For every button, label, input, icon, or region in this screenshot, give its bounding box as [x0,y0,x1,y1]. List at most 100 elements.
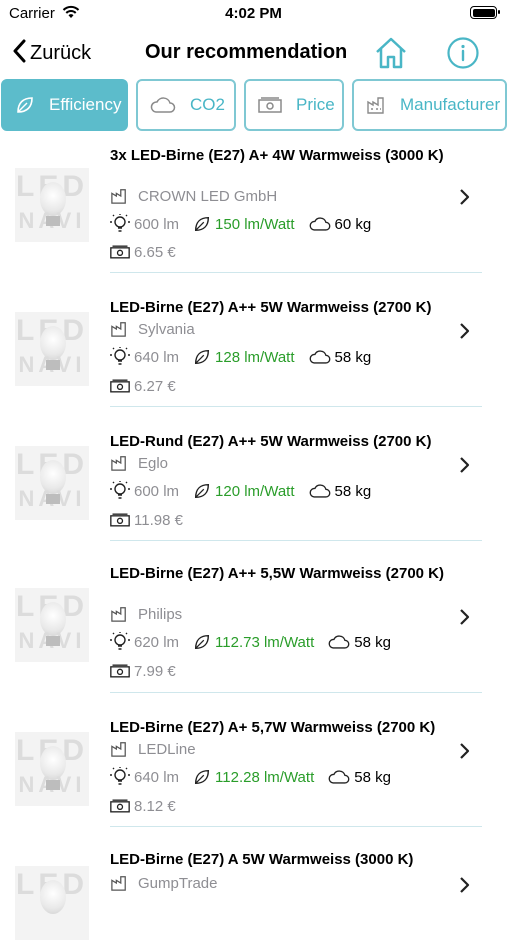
price-row: 6.27 € [110,375,176,397]
chevron-right-icon [458,456,470,479]
cloud-icon [309,216,331,232]
price-value: 6.65 € [134,243,176,261]
row-separator [110,406,482,407]
product-thumbnail: LED NAVI [15,732,89,806]
row-separator [110,826,482,827]
lumen-value: 620 lm [134,633,180,651]
manufacturer-name: Eglo [138,454,169,472]
lumen-value: 600 lm [134,215,180,233]
cloud-icon [309,483,331,499]
manufacturer-name: LEDLine [138,740,196,758]
list-item[interactable]: LED NAVI LED-Birne (E27) A+ 5,7W Warmwei… [0,696,507,830]
filter-price-button[interactable]: Price [244,79,344,131]
factory-icon [110,455,128,471]
price-row: 8.12 € [110,795,176,817]
leaf-icon [193,215,211,233]
filter-efficiency-button[interactable]: Efficiency [1,79,128,131]
efficiency-value: 112.73 lm/Watt [215,633,315,651]
chevron-right-icon [458,608,470,631]
filter-co2-label: CO2 [190,95,225,114]
stats-row: 640 lm 128 lm/Watt 58 kg [110,346,371,368]
factory-icon [110,188,128,204]
banknote-icon [110,379,130,393]
chevron-right-icon [458,322,470,345]
list-item[interactable]: LED NAVI 3x LED-Birne (E27) A+ 4W Warmwe… [0,140,507,274]
factory-icon [366,96,386,114]
cloud-icon [328,634,350,650]
manufacturer-name: Philips [138,605,183,623]
row-separator [110,540,482,541]
banknote-icon [110,513,130,527]
sort-filter-bar: Efficiency CO2 Price Manufacturer [0,79,507,133]
filter-price-label: Price [296,95,335,114]
stats-row: 600 lm 120 lm/Watt 58 kg [110,480,371,502]
price-value: 11.98 € [134,511,183,529]
lightbulb-icon [110,767,130,787]
product-thumbnail: LED [15,866,89,940]
manufacturer-row: GumpTrade [110,872,217,894]
manufacturer-name: GumpTrade [138,874,218,892]
lumen-value: 600 lm [134,482,180,500]
filter-co2-button[interactable]: CO2 [136,79,236,131]
product-name: LED-Birne (E27) A++ 5,5W Warmweiss (2700… [110,565,444,582]
co2-value: 58 kg [334,482,372,500]
cloud-icon [150,96,176,114]
product-name: LED-Birne (E27) A 5W Warmweiss (3000 K) [110,851,414,868]
manufacturer-row: Philips [110,603,182,625]
back-button[interactable]: Zurück [12,38,91,68]
banknote-icon [110,664,130,678]
stats-row: 600 lm 150 lm/Watt 60 kg [110,213,371,235]
filter-manufacturer-button[interactable]: Manufacturer [352,79,507,131]
product-thumbnail: LED NAVI [15,312,89,386]
banknote-icon [110,799,130,813]
list-item[interactable]: LED NAVI LED-Birne (E27) A++ 5,5W Warmwe… [0,542,507,696]
home-button[interactable] [373,35,409,71]
list-item[interactable]: LED NAVI LED-Rund (E27) A++ 5W Warmweiss… [0,408,507,542]
status-time: 4:02 PM [225,5,282,22]
bulb-base [46,360,60,370]
product-thumbnail: LED NAVI [15,446,89,520]
bulb-base [46,780,60,790]
manufacturer-row: LEDLine [110,738,196,760]
lightbulb-icon [110,632,130,652]
factory-icon [110,606,128,622]
lightbulb-icon [110,347,130,367]
lumen-value: 640 lm [134,348,180,366]
product-name: LED-Rund (E27) A++ 5W Warmweiss (2700 K) [110,433,432,450]
chevron-left-icon [12,39,26,68]
home-icon [376,37,406,69]
stats-row: 620 lm 112.73 lm/Watt 58 kg [110,631,391,653]
efficiency-value: 128 lm/Watt [215,348,295,366]
chevron-right-icon [458,188,470,211]
leaf-icon [193,482,211,500]
product-thumbnail: LED NAVI [15,168,89,242]
price-value: 6.27 € [134,377,176,395]
co2-value: 58 kg [354,768,391,786]
lumen-value: 640 lm [134,768,180,786]
leaf-icon [193,768,211,786]
filter-efficiency-label: Efficiency [49,95,122,114]
bulb-base [46,216,60,226]
bulb-base [46,636,60,646]
cloud-icon [309,349,331,365]
product-name: LED-Birne (E27) A++ 5W Warmweiss (2700 K… [110,299,432,316]
co2-value: 60 kg [334,215,372,233]
stats-row: 640 lm 112.28 lm/Watt 58 kg [110,766,391,788]
manufacturer-row: Eglo [110,452,168,474]
list-item[interactable]: LED NAVI LED-Birne (E27) A++ 5W Warmweis… [0,274,507,408]
info-button[interactable] [446,36,480,70]
leaf-icon [15,95,35,115]
banknote-icon [258,97,282,113]
efficiency-value: 112.28 lm/Watt [215,768,315,786]
list-item[interactable]: LED LED-Birne (E27) A 5W Warmweiss (3000… [0,830,507,940]
price-value: 7.99 € [134,662,176,680]
manufacturer-row: Sylvania [110,318,195,340]
manufacturer-name: CROWN LED GmbH [138,187,278,205]
status-bar: Carrier 4:02 PM [0,0,507,28]
price-row: 11.98 € [110,509,183,531]
manufacturer-row: CROWN LED GmbH [110,185,277,207]
bulb-base [46,494,60,504]
product-name: LED-Birne (E27) A+ 5,7W Warmweiss (2700 … [110,719,436,736]
filter-manufacturer-label: Manufacturer [400,95,501,114]
efficiency-value: 120 lm/Watt [215,482,295,500]
